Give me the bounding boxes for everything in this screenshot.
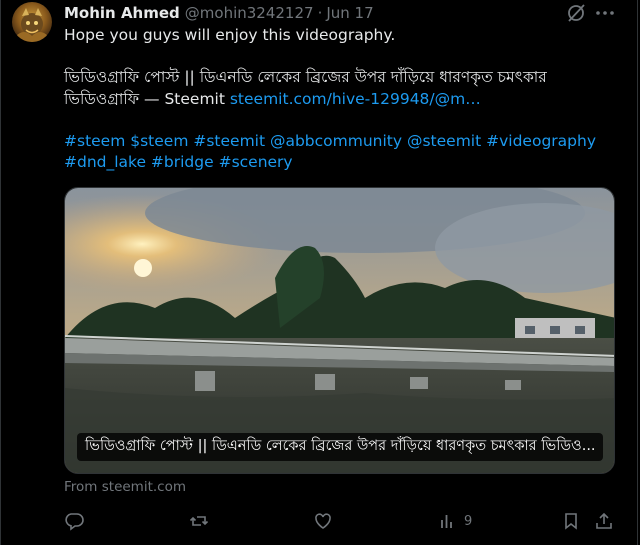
steemit-link[interactable]: steemit.com/hive-129948/@m…	[230, 90, 481, 108]
tweet-text-bengali-title: ভিডিওগ্রাফি পোস্ট || ডিএনডি লেকের ব্রিজে…	[64, 68, 547, 86]
reply-icon	[65, 513, 84, 531]
bookmark-icon	[565, 513, 577, 530]
retweet-button[interactable]	[189, 510, 209, 532]
views-button[interactable]: 9	[438, 510, 472, 532]
separator-dot: ·	[317, 4, 323, 22]
action-bar: 9	[64, 510, 624, 534]
grok-icon[interactable]	[565, 2, 587, 24]
views-count: 9	[464, 513, 473, 529]
link-card[interactable]: ভিডিওগ্রাফি পোস্ট || ডিএনডি লেকের ব্রিজে…	[64, 187, 615, 474]
avatar[interactable]	[12, 2, 52, 42]
tweet-text-source: ভিডিওগ্রাফি — Steemit	[64, 90, 230, 108]
tweet-text-line3: ভিডিওগ্রাফি — Steemit steemit.com/hive-1…	[64, 89, 481, 110]
retweet-icon	[189, 516, 209, 526]
share-icon	[596, 512, 612, 529]
hashtags-line2[interactable]: #dnd_lake #bridge #scenery	[64, 152, 293, 173]
hashtags-line1[interactable]: #steem $steem #steemit @abbcommunity @st…	[64, 131, 596, 152]
author-handle[interactable]: @mohin3242127	[185, 4, 314, 22]
right-divider	[637, 0, 638, 545]
card-caption: ভিডিওগ্রাফি পোস্ট || ডিএনডি লেকের ব্রিজে…	[77, 433, 603, 461]
views-icon	[441, 515, 452, 528]
like-button[interactable]	[313, 510, 333, 532]
reply-button[interactable]	[64, 510, 84, 532]
author-name[interactable]: Mohin Ahmed	[64, 4, 180, 22]
left-divider	[0, 0, 1, 545]
share-button[interactable]	[594, 510, 614, 532]
tweet-header: Mohin Ahmed @mohin3242127 · Jun 17	[64, 3, 374, 23]
tweet-text-line1: Hope you guys will enjoy this videograph…	[64, 26, 396, 44]
tweet-date[interactable]: Jun 17	[326, 4, 373, 22]
more-icon[interactable]	[594, 2, 616, 24]
card-source[interactable]: From steemit.com	[64, 479, 186, 495]
card-image	[65, 188, 614, 473]
like-icon	[315, 513, 331, 529]
bookmark-button[interactable]	[561, 510, 581, 532]
